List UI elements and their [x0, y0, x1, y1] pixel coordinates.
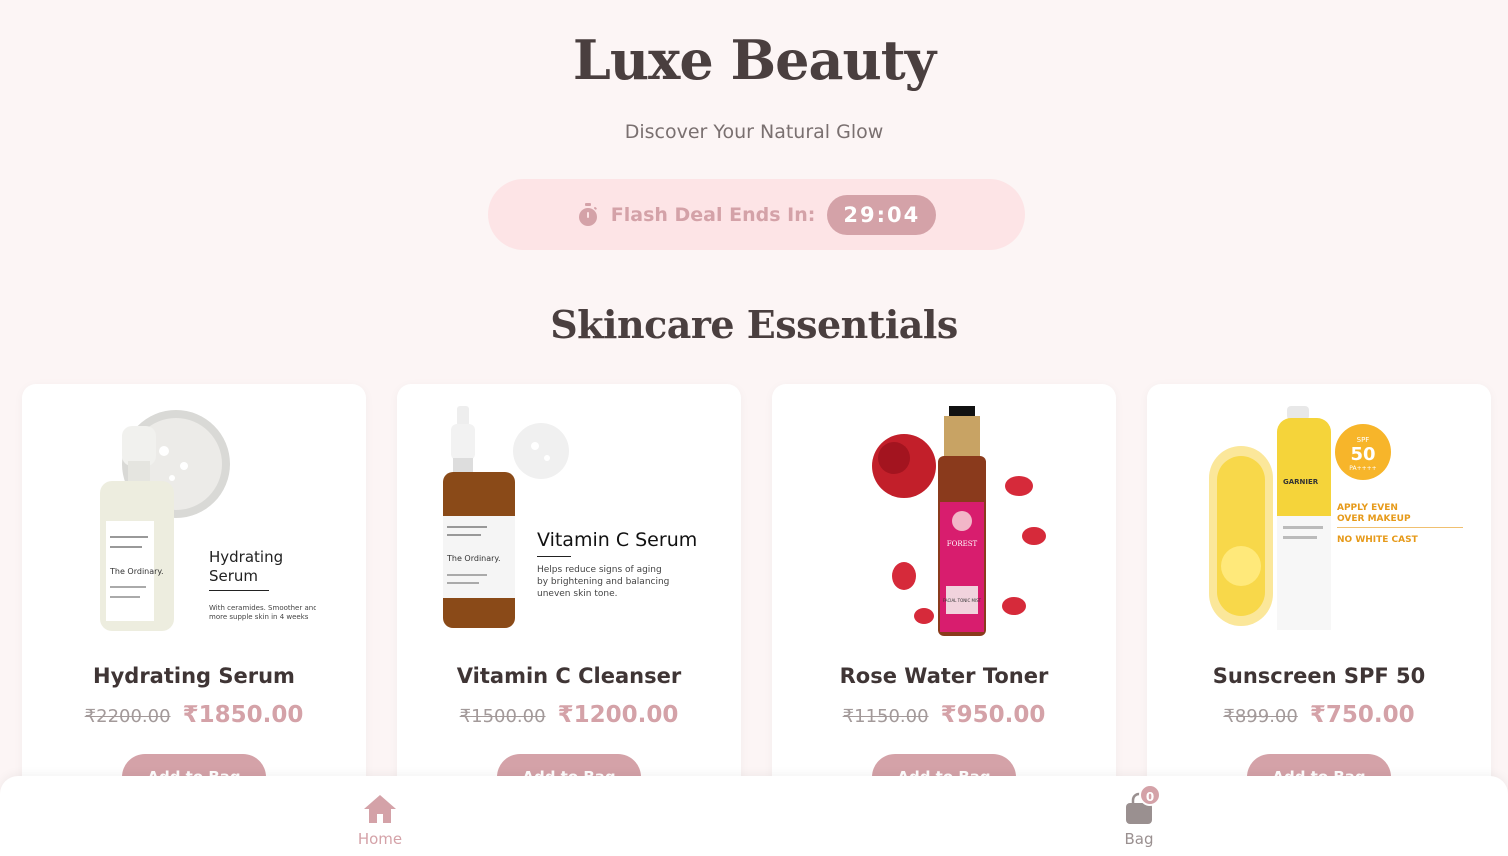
sale-price: ₹950.00	[940, 702, 1046, 728]
nav-home-label: Home	[357, 830, 403, 848]
home-icon	[362, 792, 398, 826]
product-image-sunscreen[interactable]: GARNIER SPF 50 PA++++ APPLY EVEN OVER MA…	[1187, 406, 1467, 636]
product-image-rose-water[interactable]: FOREST FACIAL TONIC MIST	[834, 406, 1066, 636]
section-title: Skincare Essentials	[550, 302, 958, 347]
shopping-bag-icon: 0	[1121, 784, 1161, 826]
tagline: Discover Your Natural Glow	[624, 121, 884, 143]
svg-text:Hydrating: Hydrating	[209, 548, 283, 566]
product-card-hydrating-serum[interactable]: The Ordinary. Hydrating Serum With ceram…	[22, 384, 366, 844]
sale-price: ₹1200.00	[557, 702, 679, 728]
product-grid: The Ordinary. Hydrating Serum With ceram…	[22, 384, 1491, 844]
nav-bag[interactable]: 0 Bag	[1099, 784, 1179, 848]
bottom-nav: Home 0 Bag	[0, 776, 1508, 856]
old-price: ₹1500.00	[459, 706, 546, 727]
product-card-sunscreen-spf50[interactable]: GARNIER SPF 50 PA++++ APPLY EVEN OVER MA…	[1147, 384, 1491, 844]
svg-text:APPLY EVEN: APPLY EVEN	[1337, 503, 1398, 513]
product-name: Rose Water Toner	[839, 664, 1049, 688]
flash-deal-banner: Flash Deal Ends In: 29:04	[488, 179, 1025, 250]
product-name: Sunscreen SPF 50	[1212, 664, 1426, 688]
svg-text:OVER MAKEUP: OVER MAKEUP	[1337, 514, 1411, 524]
svg-text:by brightening and balancing: by brightening and balancing	[537, 577, 669, 587]
svg-text:The Ordinary.: The Ordinary.	[446, 554, 501, 563]
old-price: ₹899.00	[1223, 706, 1298, 727]
flash-deal-label: Flash Deal Ends In:	[610, 203, 816, 226]
svg-text:PA++++: PA++++	[1349, 465, 1376, 472]
product-name: Hydrating Serum	[93, 664, 295, 688]
svg-text:uneven skin tone.: uneven skin tone.	[537, 589, 617, 599]
stopwatch-icon	[577, 202, 599, 227]
product-image-vitamin-c[interactable]: The Ordinary. Vitamin C Serum Helps redu…	[427, 406, 717, 636]
nav-bag-label: Bag	[1124, 830, 1154, 848]
price-row: ₹899.00 ₹750.00	[1147, 702, 1491, 728]
svg-text:FACIAL TONIC MIST: FACIAL TONIC MIST	[943, 598, 982, 603]
product-card-vitamin-c-cleanser[interactable]: The Ordinary. Vitamin C Serum Helps redu…	[397, 384, 741, 844]
old-price: ₹1150.00	[842, 706, 929, 727]
sale-price: ₹1850.00	[182, 702, 304, 728]
svg-text:The Ordinary.: The Ordinary.	[109, 567, 164, 576]
svg-text:50: 50	[1350, 444, 1375, 465]
countdown-timer: 29:04	[827, 194, 937, 235]
nav-home[interactable]: Home	[340, 792, 420, 848]
svg-text:GARNIER: GARNIER	[1283, 478, 1319, 486]
svg-text:Serum: Serum	[209, 567, 258, 585]
svg-text:SPF: SPF	[1357, 436, 1370, 444]
svg-text:FOREST: FOREST	[947, 540, 978, 548]
price-row: ₹1150.00 ₹950.00	[772, 702, 1116, 728]
brand-title: Luxe Beauty	[572, 28, 936, 92]
old-price: ₹2200.00	[84, 706, 171, 727]
product-card-rose-water-toner[interactable]: FOREST FACIAL TONIC MIST Rose Water Tone…	[772, 384, 1116, 844]
price-row: ₹1500.00 ₹1200.00	[397, 702, 741, 728]
svg-text:Vitamin C Serum: Vitamin C Serum	[537, 529, 697, 551]
sale-price: ₹750.00	[1309, 702, 1415, 728]
svg-text:Helps reduce signs of aging: Helps reduce signs of aging	[537, 565, 662, 575]
product-name: Vitamin C Cleanser	[456, 664, 682, 688]
bag-count-badge: 0	[1139, 784, 1161, 806]
svg-text:NO WHITE CAST: NO WHITE CAST	[1337, 535, 1419, 545]
product-image-hydrating-serum[interactable]: The Ordinary. Hydrating Serum With ceram…	[84, 406, 318, 636]
price-row: ₹2200.00 ₹1850.00	[22, 702, 366, 728]
